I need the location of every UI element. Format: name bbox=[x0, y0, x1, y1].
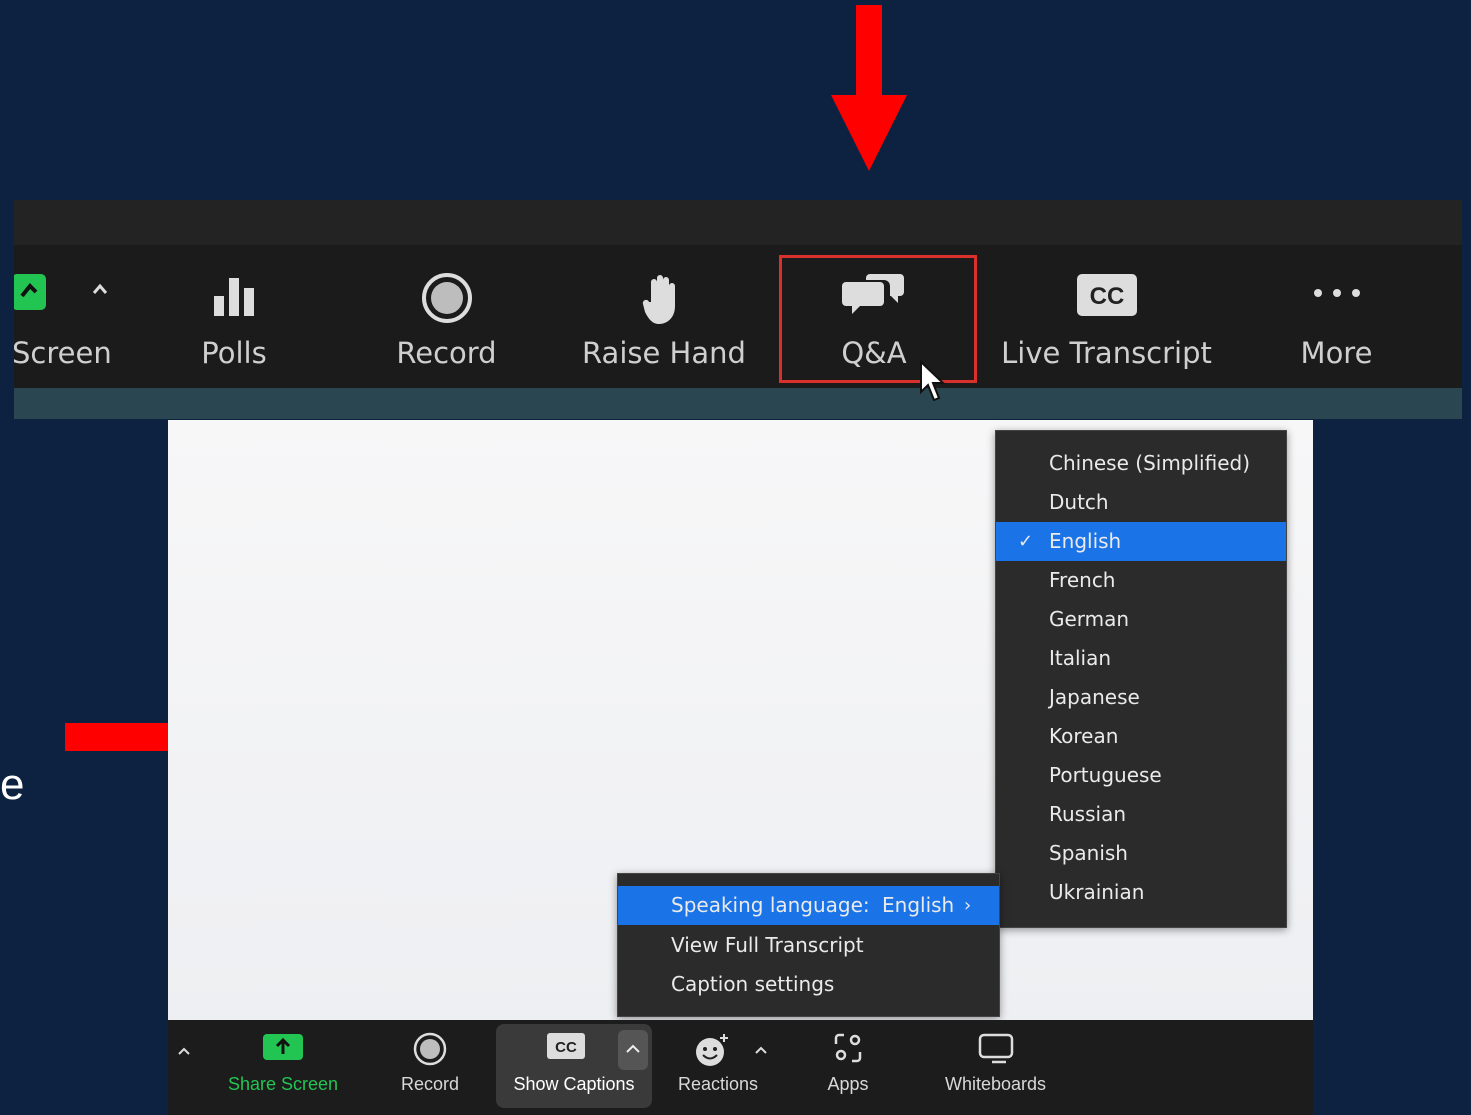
svg-text:CC: CC bbox=[1089, 283, 1124, 310]
language-option-dutch[interactable]: Dutch bbox=[996, 483, 1286, 522]
meeting-toolbar-zoomed: Screen Polls Record Raise Hand Q&A CC Li… bbox=[14, 200, 1462, 419]
mouse-cursor-icon bbox=[919, 359, 946, 408]
caption-settings-item[interactable]: Caption settings bbox=[618, 965, 999, 1004]
reactions-icon bbox=[694, 1032, 734, 1072]
red-arrow-down bbox=[856, 5, 882, 100]
toolbar-label: Polls bbox=[201, 336, 267, 370]
language-option-german[interactable]: German bbox=[996, 600, 1286, 639]
whiteboards-button[interactable]: Whiteboards bbox=[933, 1020, 1058, 1115]
toolbar-label: More bbox=[1300, 336, 1373, 370]
more-icon bbox=[1312, 284, 1362, 303]
qa-chat-icon bbox=[842, 272, 906, 324]
toolbar-label: Apps bbox=[827, 1074, 869, 1094]
toolbar-polls-button[interactable]: Polls bbox=[184, 260, 284, 380]
toolbar-qa-button[interactable]: Q&A bbox=[814, 260, 934, 380]
cc-icon: CC bbox=[546, 1032, 586, 1064]
svg-text:CC: CC bbox=[555, 1039, 577, 1056]
toolbar-record-button[interactable]: Record bbox=[384, 260, 509, 380]
speaking-language-value: English bbox=[882, 893, 955, 917]
toolbar-label: Whiteboards bbox=[944, 1074, 1047, 1094]
cc-icon: CC bbox=[1075, 272, 1139, 322]
language-option-english[interactable]: ✓ English bbox=[996, 522, 1286, 561]
checkmark-icon: ✓ bbox=[1018, 531, 1034, 552]
language-option-portuguese[interactable]: Portuguese bbox=[996, 756, 1286, 795]
record-button[interactable]: Record bbox=[390, 1020, 470, 1115]
view-full-transcript-item[interactable]: View Full Transcript bbox=[618, 926, 999, 965]
language-option-japanese[interactable]: Japanese bbox=[996, 678, 1286, 717]
captions-menu: Speaking language: English › View Full T… bbox=[617, 873, 1000, 1017]
chevron-up-icon[interactable] bbox=[176, 1042, 192, 1061]
slide-text-fragment: e bbox=[0, 760, 25, 809]
toolbar-label: Record bbox=[396, 336, 497, 370]
chevron-up-icon[interactable] bbox=[92, 280, 108, 299]
toolbar-label: Live Transcript bbox=[1001, 336, 1212, 370]
toolbar-label: Show Captions bbox=[513, 1074, 635, 1094]
toolbar-raise-hand-button[interactable]: Raise Hand bbox=[579, 260, 749, 380]
share-screen-icon bbox=[14, 272, 48, 316]
show-captions-button[interactable]: CC Show Captions bbox=[500, 1020, 648, 1115]
toolbar-live-transcript-button[interactable]: CC Live Transcript bbox=[999, 260, 1214, 380]
toolbar-label: Screen bbox=[14, 336, 112, 370]
reactions-button[interactable]: Reactions bbox=[668, 1020, 768, 1115]
red-arrow-down-head bbox=[831, 95, 907, 171]
speaking-language-submenu: Chinese (Simplified) Dutch ✓ English Fre… bbox=[995, 430, 1287, 928]
language-option-italian[interactable]: Italian bbox=[996, 639, 1286, 678]
chevron-up-icon[interactable] bbox=[754, 1040, 768, 1059]
toolbar-label: Reactions bbox=[677, 1074, 759, 1094]
raise-hand-icon bbox=[641, 272, 687, 330]
share-screen-icon bbox=[262, 1032, 304, 1066]
polls-icon bbox=[210, 272, 258, 324]
toolbar-label: Share Screen bbox=[227, 1074, 339, 1094]
toolbar-more-button[interactable]: More bbox=[1284, 260, 1389, 380]
toolbar-label: Record bbox=[400, 1074, 460, 1094]
record-icon bbox=[413, 1032, 447, 1070]
language-option-chinese-simplified[interactable]: Chinese (Simplified) bbox=[996, 444, 1286, 483]
language-option-french[interactable]: French bbox=[996, 561, 1286, 600]
language-option-spanish[interactable]: Spanish bbox=[996, 834, 1286, 873]
toolbar-label: Raise Hand bbox=[582, 336, 746, 370]
toolbar-label: Q&A bbox=[841, 336, 907, 370]
language-option-korean[interactable]: Korean bbox=[996, 717, 1286, 756]
whiteboard-icon bbox=[978, 1032, 1014, 1068]
record-icon bbox=[421, 272, 473, 328]
speaking-language-menu-item[interactable]: Speaking language: English › bbox=[618, 886, 999, 925]
language-option-ukrainian[interactable]: Ukrainian bbox=[996, 873, 1286, 912]
toolbar-share-screen-button[interactable]: Screen bbox=[14, 260, 122, 380]
meeting-toolbar: Share Screen Record CC Show Captions Rea… bbox=[168, 1020, 1313, 1115]
share-screen-button[interactable]: Share Screen bbox=[218, 1020, 348, 1115]
apps-button[interactable]: Apps bbox=[813, 1020, 883, 1115]
chevron-right-icon: › bbox=[964, 895, 972, 916]
apps-icon bbox=[832, 1032, 864, 1068]
language-option-russian[interactable]: Russian bbox=[996, 795, 1286, 834]
